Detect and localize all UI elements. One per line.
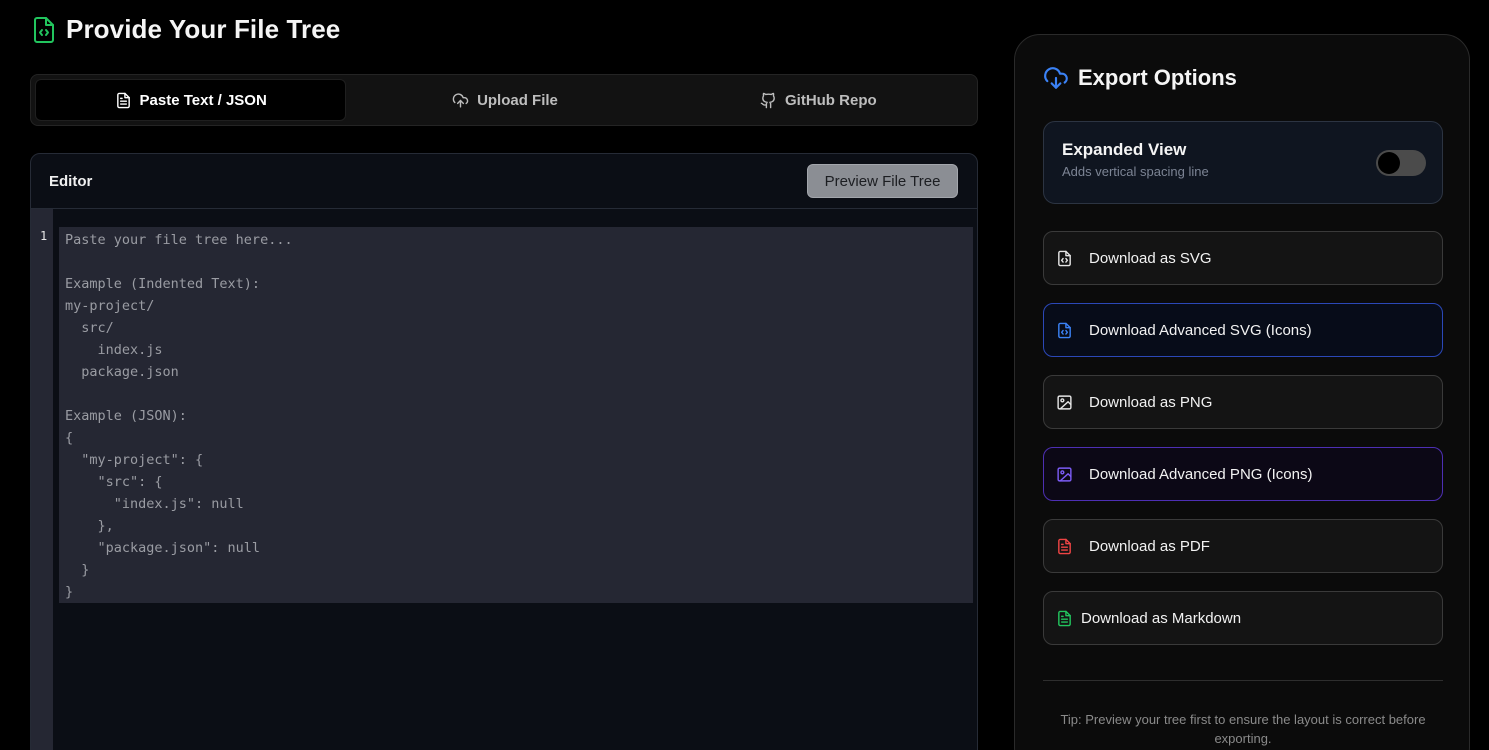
code-input[interactable]: Paste your file tree here... Example (In… bbox=[59, 227, 973, 603]
download-advanced-png-button[interactable]: Download Advanced PNG (Icons) bbox=[1043, 447, 1443, 501]
editor-card: Editor Preview File Tree 1 Paste your fi… bbox=[30, 153, 978, 750]
editor-label: Editor bbox=[49, 172, 93, 190]
page-header: Provide Your File Tree bbox=[32, 14, 340, 45]
tab-label: GitHub Repo bbox=[784, 91, 877, 109]
export-panel: Export Options Expanded View Adds vertic… bbox=[1014, 34, 1470, 750]
input-mode-tabs: Paste Text / JSON Upload File GitHub Rep… bbox=[30, 74, 978, 126]
expanded-view-subtitle: Adds vertical spacing line bbox=[1062, 164, 1209, 179]
file-text-icon bbox=[1056, 610, 1073, 627]
image-icon bbox=[1056, 466, 1073, 483]
export-header: Export Options bbox=[1043, 65, 1237, 91]
cloud-download-icon bbox=[1043, 65, 1069, 91]
tab-paste-text[interactable]: Paste Text / JSON bbox=[35, 79, 347, 121]
page: Provide Your File Tree Paste Text / JSON… bbox=[0, 0, 1489, 750]
download-pdf-button[interactable]: Download as PDF bbox=[1043, 519, 1443, 573]
divider bbox=[1043, 680, 1443, 681]
button-label: Download Advanced SVG (Icons) bbox=[1089, 321, 1312, 339]
toggle-knob bbox=[1378, 152, 1400, 174]
expanded-view-toggle[interactable] bbox=[1376, 150, 1426, 176]
tab-label: Paste Text / JSON bbox=[139, 91, 267, 109]
export-title: Export Options bbox=[1078, 65, 1237, 90]
download-png-button[interactable]: Download as PNG bbox=[1043, 375, 1443, 429]
tab-upload-file[interactable]: Upload File bbox=[350, 79, 659, 121]
button-label: Download as PDF bbox=[1089, 537, 1210, 555]
tab-github-repo[interactable]: GitHub Repo bbox=[664, 79, 973, 121]
image-icon bbox=[1056, 394, 1073, 411]
page-title: Provide Your File Tree bbox=[66, 14, 341, 44]
tab-label: Upload File bbox=[477, 91, 558, 109]
expanded-view-card: Expanded View Adds vertical spacing line bbox=[1043, 121, 1443, 204]
line-number: 1 bbox=[40, 229, 48, 243]
preview-file-tree-button[interactable]: Preview File Tree bbox=[807, 164, 958, 198]
expanded-view-title: Expanded View bbox=[1062, 140, 1187, 159]
export-tip: Tip: Preview your tree first to ensure t… bbox=[1060, 712, 1426, 746]
download-advanced-svg-button[interactable]: Download Advanced SVG (Icons) bbox=[1043, 303, 1443, 357]
github-icon bbox=[760, 92, 777, 109]
button-label: Download as SVG bbox=[1089, 249, 1212, 267]
button-label: Download as PNG bbox=[1089, 393, 1213, 411]
file-code-icon bbox=[1056, 322, 1073, 339]
button-label: Download Advanced PNG (Icons) bbox=[1089, 465, 1313, 483]
file-text-icon bbox=[1056, 538, 1073, 555]
file-code-icon bbox=[32, 16, 56, 44]
button-label: Download as Markdown bbox=[1081, 609, 1242, 627]
line-gutter bbox=[31, 209, 53, 750]
file-code-icon bbox=[1056, 250, 1073, 267]
editor-placeholder: Paste your file tree here... Example (In… bbox=[65, 232, 293, 600]
download-markdown-button[interactable]: Download as Markdown bbox=[1043, 591, 1443, 645]
editor-body: 1 Paste your file tree here... Example (… bbox=[31, 209, 977, 750]
editor-header: Editor Preview File Tree bbox=[31, 154, 977, 209]
cloud-upload-icon bbox=[452, 92, 469, 109]
file-text-icon bbox=[115, 92, 132, 109]
download-svg-button[interactable]: Download as SVG bbox=[1043, 231, 1443, 285]
